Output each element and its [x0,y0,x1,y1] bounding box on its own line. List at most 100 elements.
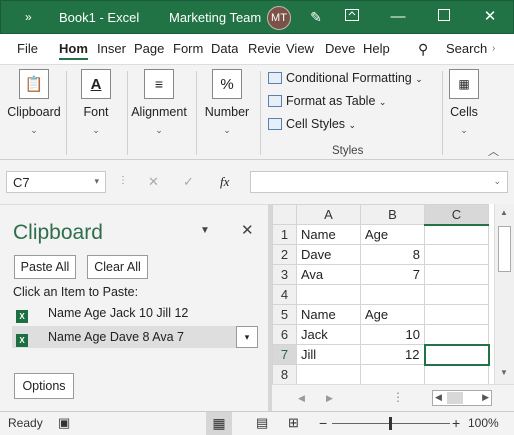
avatar[interactable]: MT [267,6,291,30]
scroll-thumb[interactable] [498,226,511,272]
close-pane-icon[interactable]: ✕ [241,221,254,239]
next-sheet-icon[interactable]: ▶ [326,393,333,404]
cell[interactable] [296,284,361,305]
tab-page-layout[interactable]: Page [134,41,164,56]
cell[interactable] [424,244,489,265]
row-header[interactable]: 7 [272,344,297,365]
cell[interactable]: Dave [296,244,361,265]
more-options-icon[interactable]: ⋮ [392,390,404,404]
tab-view[interactable]: View [286,41,314,56]
cell[interactable]: 8 [360,244,425,265]
number-group-button[interactable]: % Number ⌄ [200,69,254,136]
row-header[interactable]: 5 [272,304,297,325]
vertical-scrollbar[interactable]: ▲ ▼ [494,204,514,384]
chevron-down-icon[interactable]: ⌄ [493,176,501,187]
scroll-right-icon[interactable]: ▶ [482,392,489,403]
conditional-formatting-button[interactable]: Conditional Formatting ⌄ [268,71,423,85]
clipboard-item[interactable]: X Name Age Jack 10 Jill 12 [12,302,258,324]
cell[interactable] [424,324,489,345]
select-all-corner[interactable] [272,204,297,225]
name-box[interactable]: C7 ▾ [6,171,106,193]
minimize-icon[interactable]: — [375,1,421,34]
row-header[interactable]: 6 [272,324,297,345]
tab-help[interactable]: Help [363,41,390,56]
previous-sheet-icon[interactable]: ◀ [298,393,305,404]
row-header[interactable]: 2 [272,244,297,265]
options-button[interactable]: Options [14,373,74,399]
clipboard-item[interactable]: X Name Age Dave 8 Ava 7 ▾ [12,326,258,348]
tab-formulas[interactable]: Form [173,41,203,56]
normal-view-icon[interactable]: ▦ [206,412,232,435]
chevron-down-icon[interactable]: ▾ [236,326,258,348]
column-header-c[interactable]: C [424,204,489,226]
scroll-up-icon[interactable]: ▲ [500,208,508,217]
chevron-down-icon[interactable]: ▾ [94,176,99,187]
font-group-button[interactable]: A Font ⌄ [70,69,122,136]
cell[interactable]: 12 [360,344,425,365]
formula-input[interactable]: ⌄ [250,171,508,193]
tab-review[interactable]: Revie [248,41,280,56]
search-icon[interactable]: ⚲ [418,41,428,58]
selected-cell[interactable] [423,343,490,366]
more-options-icon[interactable]: ⋮ [118,175,128,186]
quick-access-toolbar-button[interactable]: » [25,10,32,24]
cell[interactable] [296,364,361,385]
cell[interactable]: 10 [360,324,425,345]
maximize-icon[interactable] [421,1,467,34]
scroll-down-icon[interactable]: ▼ [500,368,508,377]
zoom-in-icon[interactable]: + [452,415,460,431]
cell-styles-button[interactable]: Cell Styles ⌄ [268,117,356,131]
cell[interactable]: 7 [360,264,425,285]
format-as-table-button[interactable]: Format as Table ⌄ [268,94,386,108]
clear-all-button[interactable]: Clear All [87,255,148,279]
cell[interactable]: Name [296,224,361,245]
zoom-out-icon[interactable]: − [319,415,327,431]
cell[interactable]: Jill [296,344,361,365]
cell[interactable] [424,364,489,385]
cancel-icon[interactable]: ✕ [148,174,159,190]
insert-function-icon[interactable]: fx [220,174,229,190]
cell[interactable]: Age [360,304,425,325]
tab-home[interactable]: Hom [59,41,88,60]
collapse-ribbon-icon[interactable]: ︿ [488,143,499,159]
cell[interactable] [360,284,425,305]
cell[interactable]: Age [360,224,425,245]
excel-icon: X [16,334,28,347]
page-layout-view-icon[interactable]: ▤ [256,415,268,431]
horizontal-scrollbar[interactable]: ◀ ▶ [432,390,492,406]
tab-file[interactable]: File [17,41,38,56]
tab-data[interactable]: Data [211,41,238,56]
page-break-preview-icon[interactable]: ⊞ [288,415,299,431]
column-header-a[interactable]: A [296,204,361,225]
row-header[interactable]: 3 [272,264,297,285]
chevron-right-icon[interactable]: › [492,43,495,54]
cell[interactable]: Ava [296,264,361,285]
cell[interactable] [424,224,489,245]
paste-all-button[interactable]: Paste All [14,255,76,279]
row-header[interactable]: 8 [272,364,297,385]
cell[interactable] [424,264,489,285]
cell[interactable]: Name [296,304,361,325]
clipboard-group-button[interactable]: 📋 Clipboard ⌄ [6,69,62,136]
zoom-level[interactable]: 100% [468,416,499,430]
tab-developer[interactable]: Deve [325,41,355,56]
cell[interactable] [424,304,489,325]
tab-insert[interactable]: Inser [97,41,127,56]
ribbon-display-options-icon[interactable] [329,1,375,34]
search-label[interactable]: Search [446,41,487,56]
row-header[interactable]: 1 [272,224,297,245]
column-header-b[interactable]: B [360,204,425,225]
close-window-icon[interactable]: ✕ [467,1,513,34]
cell[interactable]: Jack [296,324,361,345]
cell[interactable] [360,364,425,385]
alignment-group-button[interactable]: ≡ Alignment ⌄ [130,69,188,136]
enter-icon[interactable]: ✓ [183,174,194,190]
scroll-thumb[interactable] [447,392,463,404]
row-header[interactable]: 4 [272,284,297,305]
scroll-left-icon[interactable]: ◀ [435,392,442,403]
cells-group-button[interactable]: ▦ Cells ⌄ [448,69,480,136]
accessibility-icon[interactable]: ▣ [58,415,70,431]
cell[interactable] [424,284,489,305]
zoom-slider-thumb[interactable] [389,417,392,430]
pane-options-chevron-icon[interactable]: ▼ [200,225,210,236]
